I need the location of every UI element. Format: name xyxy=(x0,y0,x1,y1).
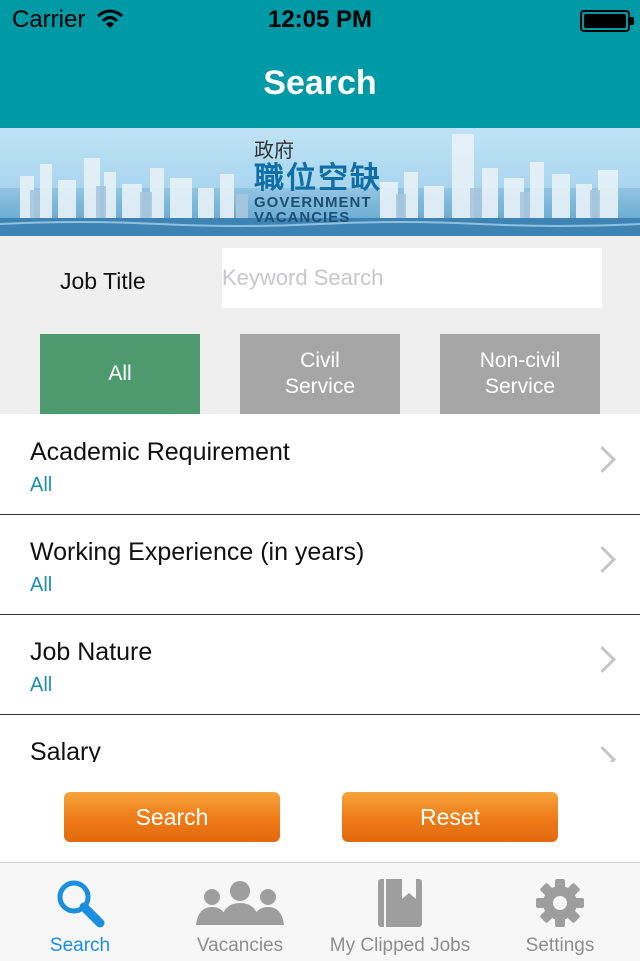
logo-zh-line2: 職位空缺 xyxy=(254,162,382,195)
chevron-right-icon xyxy=(589,746,616,762)
chevron-right-icon xyxy=(589,546,616,573)
tab-my-clipped-jobs[interactable]: My Clipped Jobs xyxy=(320,863,480,961)
search-icon xyxy=(57,880,105,928)
banner-image: 政府 職位空缺 GOVERNMENT VACANCIES xyxy=(0,128,640,236)
filter-value: All xyxy=(30,574,53,596)
keyword-search-input[interactable] xyxy=(222,248,602,308)
job-title-label: Job Title xyxy=(60,268,146,294)
segment-non-civil-service-label: Non-civil Service xyxy=(479,349,561,398)
status-bar: Carrier 12:05 PM xyxy=(0,0,640,40)
filter-value: All xyxy=(30,474,53,496)
people-icon xyxy=(196,881,284,925)
tab-label: Settings xyxy=(525,935,595,956)
segment-civil-service-label: Civil Service xyxy=(284,349,356,398)
logo-en-line2: VACANCIES xyxy=(254,209,351,226)
filter-label: Salary xyxy=(30,738,101,762)
gear-icon xyxy=(536,879,584,927)
filter-row-academic-requirement[interactable]: Academic Requirement All xyxy=(0,414,640,515)
reset-button[interactable]: Reset xyxy=(342,792,558,842)
clock: 12:05 PM xyxy=(267,6,373,33)
search-panel: Job Title All Civil Service Non-civil Se… xyxy=(0,236,640,414)
chevron-right-icon xyxy=(589,446,616,473)
tab-vacancies[interactable]: Vacancies xyxy=(160,863,320,961)
battery-icon xyxy=(580,10,634,32)
filter-row-salary[interactable]: Salary xyxy=(0,714,640,762)
government-vacancies-logo: 政府 職位空缺 GOVERNMENT VACANCIES xyxy=(254,134,384,225)
filter-value: All xyxy=(30,674,53,696)
tab-settings[interactable]: Settings xyxy=(480,863,640,961)
tab-label: My Clipped Jobs xyxy=(329,935,471,956)
tab-label: Vacancies xyxy=(196,935,284,956)
filter-label: Working Experience (in years) xyxy=(30,538,365,566)
segment-civil-service[interactable]: Civil Service xyxy=(240,334,400,414)
segment-non-civil-service[interactable]: Non-civil Service xyxy=(440,334,600,414)
filter-row-working-experience[interactable]: Working Experience (in years) All xyxy=(0,514,640,615)
page-title: Search xyxy=(263,64,377,102)
filter-row-job-nature[interactable]: Job Nature All xyxy=(0,614,640,715)
tab-search[interactable]: Search xyxy=(0,863,160,961)
tab-bar: Search Vacancies My Clipped Jobs Setting… xyxy=(0,862,640,961)
filter-list[interactable]: Academic Requirement All Working Experie… xyxy=(0,414,640,762)
segment-all[interactable]: All xyxy=(40,334,200,414)
bookmark-book-icon xyxy=(378,879,422,927)
filter-label: Job Nature xyxy=(30,638,153,666)
navigation-bar: Search xyxy=(0,40,640,128)
search-button[interactable]: Search xyxy=(64,792,280,842)
segment-all-label: All xyxy=(108,362,132,385)
filter-label: Academic Requirement xyxy=(30,438,290,466)
chevron-right-icon xyxy=(589,646,616,673)
tab-label: Search xyxy=(49,935,111,956)
logo-zh-line1: 政府 xyxy=(254,140,294,162)
logo-en-line1: GOVERNMENT xyxy=(254,194,372,211)
